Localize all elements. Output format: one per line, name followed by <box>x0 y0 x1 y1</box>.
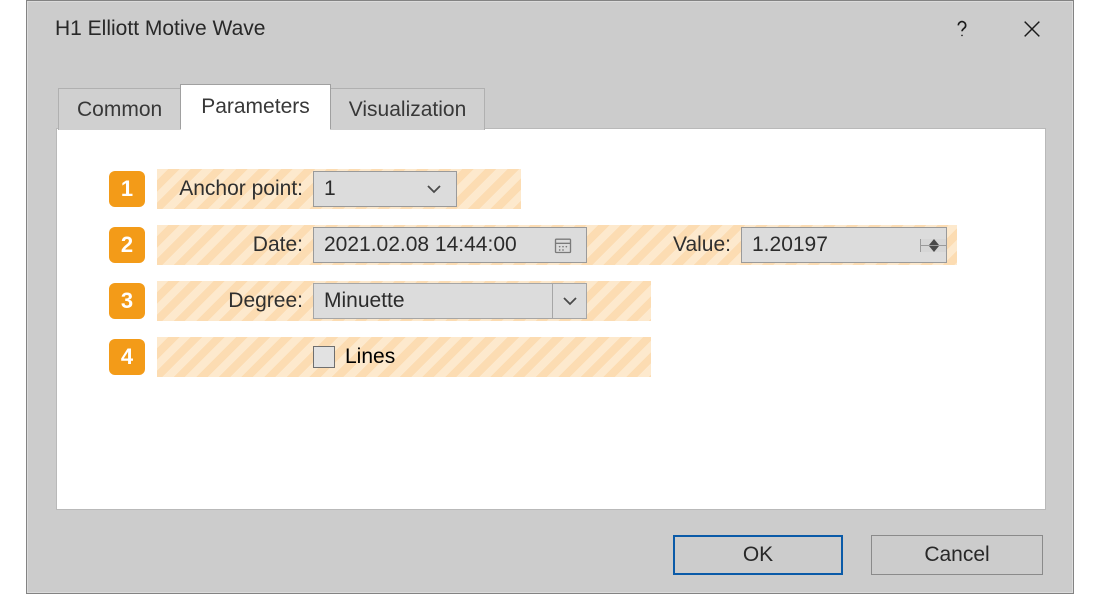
close-icon[interactable] <box>1013 10 1051 48</box>
marker-3-badge: 3 <box>109 283 145 319</box>
cancel-button[interactable]: Cancel <box>871 535 1043 575</box>
degree-dropdown-button[interactable] <box>552 284 586 318</box>
cancel-button-label: Cancel <box>924 543 989 567</box>
tab-bar: Common Parameters Visualization <box>58 86 484 131</box>
row-anchor-point: 1 Anchor point: 1 <box>109 169 457 209</box>
lines-checkbox-group[interactable]: Lines <box>313 345 395 369</box>
tab-visualization-label: Visualization <box>349 98 467 122</box>
date-input[interactable]: 2021.02.08 14:44:00 <box>313 227 587 263</box>
marker-4-badge: 4 <box>109 339 145 375</box>
value-step-up[interactable] <box>921 239 946 246</box>
value-value: 1.20197 <box>742 233 920 257</box>
anchor-point-select[interactable]: 1 <box>313 171 457 207</box>
lines-label: Lines <box>345 345 395 369</box>
window-title: H1 Elliott Motive Wave <box>55 17 911 41</box>
dialog-window: H1 Elliott Motive Wave Common Parameters… <box>26 0 1074 594</box>
anchor-point-value: 1 <box>324 177 336 201</box>
ok-button-label: OK <box>743 543 773 567</box>
row-lines: 4 Lines <box>109 337 395 377</box>
ok-button[interactable]: OK <box>673 535 843 575</box>
date-value: 2021.02.08 14:44:00 <box>324 233 517 257</box>
chevron-down-icon <box>422 177 446 201</box>
calendar-icon[interactable] <box>550 232 576 258</box>
date-label: Date: <box>163 233 313 257</box>
tab-visualization[interactable]: Visualization <box>330 88 486 130</box>
tab-parameters[interactable]: Parameters <box>180 84 331 130</box>
value-input[interactable]: 1.20197 <box>741 227 947 263</box>
tab-common-label: Common <box>77 98 162 122</box>
row-degree: 3 Degree: Minuette <box>109 281 587 321</box>
lines-checkbox[interactable] <box>313 346 335 368</box>
value-step-down[interactable] <box>921 246 946 252</box>
degree-label: Degree: <box>163 289 313 313</box>
degree-value: Minuette <box>324 289 405 313</box>
anchor-point-label: Anchor point: <box>163 177 313 201</box>
marker-2-badge: 2 <box>109 227 145 263</box>
help-icon[interactable] <box>943 10 981 48</box>
tab-parameters-label: Parameters <box>201 95 310 119</box>
marker-1-badge: 1 <box>109 171 145 207</box>
row-date-value: 2 Date: 2021.02.08 14:44:00 Value: 1.201… <box>109 225 947 265</box>
degree-select[interactable]: Minuette <box>313 283 587 319</box>
parameters-panel: 1 Anchor point: 1 2 Date: 2021.02.08 14:… <box>56 128 1046 510</box>
value-label: Value: <box>587 233 741 257</box>
dialog-button-bar: OK Cancel <box>673 535 1043 575</box>
title-bar: H1 Elliott Motive Wave <box>27 1 1073 57</box>
value-spinner-buttons <box>920 239 946 252</box>
tab-common[interactable]: Common <box>58 88 181 130</box>
